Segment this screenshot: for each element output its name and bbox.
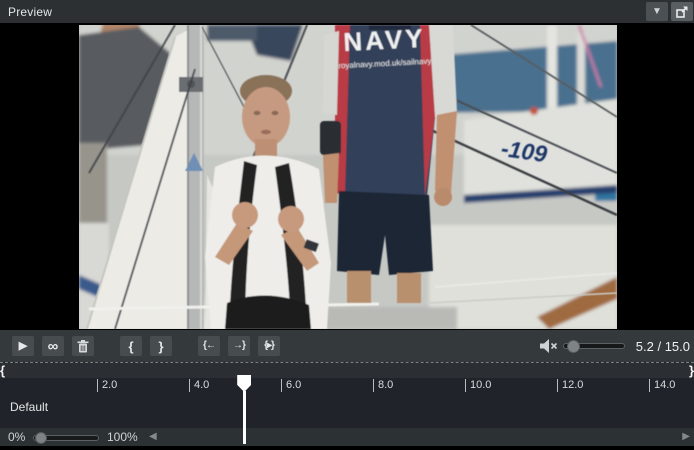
track-label: Default bbox=[10, 400, 48, 414]
go-to-out-button[interactable]: →} bbox=[228, 336, 250, 356]
timeline-ruler[interactable]: 2.04.06.08.010.012.014.0 bbox=[0, 378, 694, 394]
loop-button[interactable]: ∞ bbox=[42, 336, 64, 356]
scroll-right-arrow[interactable]: ▶ bbox=[682, 430, 690, 444]
zoom-slider-handle[interactable] bbox=[35, 432, 47, 444]
preview-panel: Preview ▼ bbox=[0, 0, 694, 450]
go-to-in-button[interactable]: {← bbox=[198, 336, 220, 356]
track-row-default[interactable]: Default bbox=[0, 394, 694, 424]
zoom-min-label: 0% bbox=[8, 430, 25, 444]
speaker-muted-icon bbox=[538, 338, 560, 354]
in-out-strip[interactable]: { } bbox=[0, 363, 694, 378]
zoom-value-label: 100% bbox=[107, 430, 138, 444]
play-range-icon: {▸} bbox=[264, 341, 274, 351]
playhead-line bbox=[243, 391, 246, 444]
mute-button[interactable] bbox=[538, 338, 560, 354]
go-to-out-icon: →} bbox=[233, 341, 245, 351]
play-icon: ▶ bbox=[19, 341, 27, 352]
set-in-button[interactable]: { bbox=[120, 336, 142, 356]
delete-button[interactable] bbox=[72, 336, 94, 356]
panel-title: Preview bbox=[0, 5, 52, 19]
bottom-border bbox=[0, 446, 694, 450]
timeline[interactable]: { } 2.04.06.08.010.012.014.0 Default bbox=[0, 362, 694, 428]
play-range-button[interactable]: {▸} bbox=[258, 336, 280, 356]
loop-icon: ∞ bbox=[48, 339, 59, 354]
video-content: NAVY royalnavy.mod.uk/sailnavy -109 bbox=[79, 25, 617, 329]
popout-button[interactable] bbox=[671, 2, 693, 21]
scroll-left-arrow[interactable]: ◀ bbox=[149, 430, 157, 444]
titlebar: Preview ▼ bbox=[0, 0, 694, 23]
in-point-marker[interactable]: { bbox=[0, 363, 5, 378]
popout-icon bbox=[675, 5, 689, 19]
trash-icon bbox=[77, 340, 89, 353]
zoom-bar: 0% 100% ◀ ▶ bbox=[0, 428, 694, 446]
go-to-in-icon: {← bbox=[203, 341, 215, 351]
set-in-icon: { bbox=[128, 340, 133, 353]
set-out-icon: } bbox=[158, 340, 163, 353]
video-stage: NAVY royalnavy.mod.uk/sailnavy -109 bbox=[0, 23, 694, 330]
panel-menu-button[interactable]: ▼ bbox=[646, 2, 668, 21]
out-point-marker[interactable]: } bbox=[689, 363, 694, 378]
set-out-button[interactable]: } bbox=[150, 336, 172, 356]
play-button[interactable]: ▶ bbox=[12, 336, 34, 356]
time-display: 5.2 / 15.0 bbox=[636, 339, 690, 354]
video-shirt-brand-text: NAVY bbox=[343, 25, 427, 57]
chevron-down-icon: ▼ bbox=[652, 7, 662, 17]
playhead-head-icon bbox=[237, 375, 251, 392]
volume-slider-handle[interactable] bbox=[567, 340, 580, 353]
playhead[interactable] bbox=[237, 375, 251, 444]
video-frame: NAVY royalnavy.mod.uk/sailnavy -109 bbox=[79, 25, 617, 329]
